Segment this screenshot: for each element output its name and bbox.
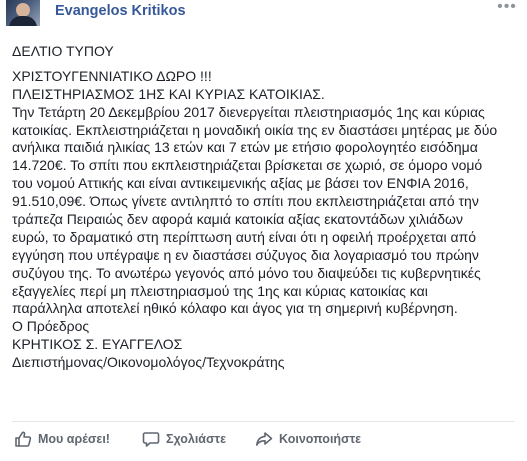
post-line: ανήλικα παιδιά ηλικίας 13 ετών και 7 ετώ… xyxy=(12,139,478,156)
facebook-post: Evangelos Kritikos ••• ΔΕΛΤΙΟ ΤΥΠΟΥ ΧΡΙΣ… xyxy=(0,0,527,461)
post-line: παράλληλα αποτελεί ηθικό κόλαφο και άγος… xyxy=(12,300,458,317)
post-line: εξαγγελίες περί μη πλειστηριασμού της 1η… xyxy=(12,282,428,299)
share-icon xyxy=(256,432,273,446)
post-line-subheadline: ΠΛΕΙΣΤΗΡΙΑΣΜΟΣ 1ΗΣ ΚΑΙ ΚΥΡΙΑΣ ΚΑΤΟΙΚΙΑΣ. xyxy=(12,85,325,102)
author-name-link[interactable]: Evangelos Kritikos xyxy=(55,3,186,19)
post-line: του νομού Αττικής και είναι αντικειμενικ… xyxy=(12,175,469,192)
post-line: 91.510,09€. Όπως γίνετε αντιληπτό το σπί… xyxy=(12,193,479,210)
comment-button[interactable]: Σχολιάστε xyxy=(142,425,226,453)
like-button[interactable]: Μου αρέσει! xyxy=(14,425,110,453)
post-line-press-release: ΔΕΛΤΙΟ ΤΥΠΟΥ xyxy=(12,43,114,59)
like-label: Μου αρέσει! xyxy=(38,432,110,446)
post-line: συζύγου της. Το ανωτέρω γεγονός από μόνο… xyxy=(12,264,481,281)
post-line-signature-name: ΚΡΗΤΙΚΟΣ Σ. ΕΥΑΓΓΕΛΟΣ xyxy=(12,336,183,353)
share-button[interactable]: Κοινοποιήστε xyxy=(255,425,361,453)
share-label: Κοινοποιήστε xyxy=(279,432,362,446)
actions-divider xyxy=(12,421,515,422)
comment-icon xyxy=(142,432,160,447)
avatar[interactable] xyxy=(6,0,40,26)
post-line: τράπεζα Πειραιώς δεν αφορά καμιά κατοικί… xyxy=(12,211,463,228)
comment-label: Σχολιάστε xyxy=(166,432,227,446)
post-line: ευρώ, το δραματικό στη περίπτωση αυτή εί… xyxy=(12,228,477,245)
post-line-headline: ΧΡΙΣΤΟΥΓΕΝΝΙΑΤΙΚΟ ΔΩΡΟ !!! xyxy=(12,67,212,84)
post-line: Την Τετάρτη 20 Δεκεμβρίου 2017 διενεργεί… xyxy=(12,103,485,120)
post-header: Evangelos Kritikos ••• xyxy=(0,0,527,34)
avatar-shoulders-shape xyxy=(9,16,37,26)
post-actions-bar: Μου αρέσει! Σχολιάστε Κοινοποιήστε xyxy=(0,425,527,453)
post-line: κατοικίας. Εκπλειστηριάζεται η μοναδική … xyxy=(12,121,498,138)
post-line: εγγύηση που υπέγραψε η εν διαστάσει σύζυ… xyxy=(12,246,479,263)
thumbs-up-icon xyxy=(15,431,32,447)
ellipsis-icon[interactable]: ••• xyxy=(495,0,519,16)
avatar-head-shape xyxy=(16,3,30,17)
post-line-signature-role: Διεπιστήμονας/Οικονομολόγος/Τεχνοκράτης xyxy=(12,354,285,371)
post-line-signature-title: Ο Πρόεδρος xyxy=(12,318,90,335)
post-line: 14.720€. Το σπίτι που εκπλειστηριάζεται … xyxy=(12,157,483,174)
post-body: ΔΕΛΤΙΟ ΤΥΠΟΥ ΧΡΙΣΤΟΥΓΕΝΝΙΑΤΙΚΟ ΔΩΡΟ !!! … xyxy=(12,43,522,372)
